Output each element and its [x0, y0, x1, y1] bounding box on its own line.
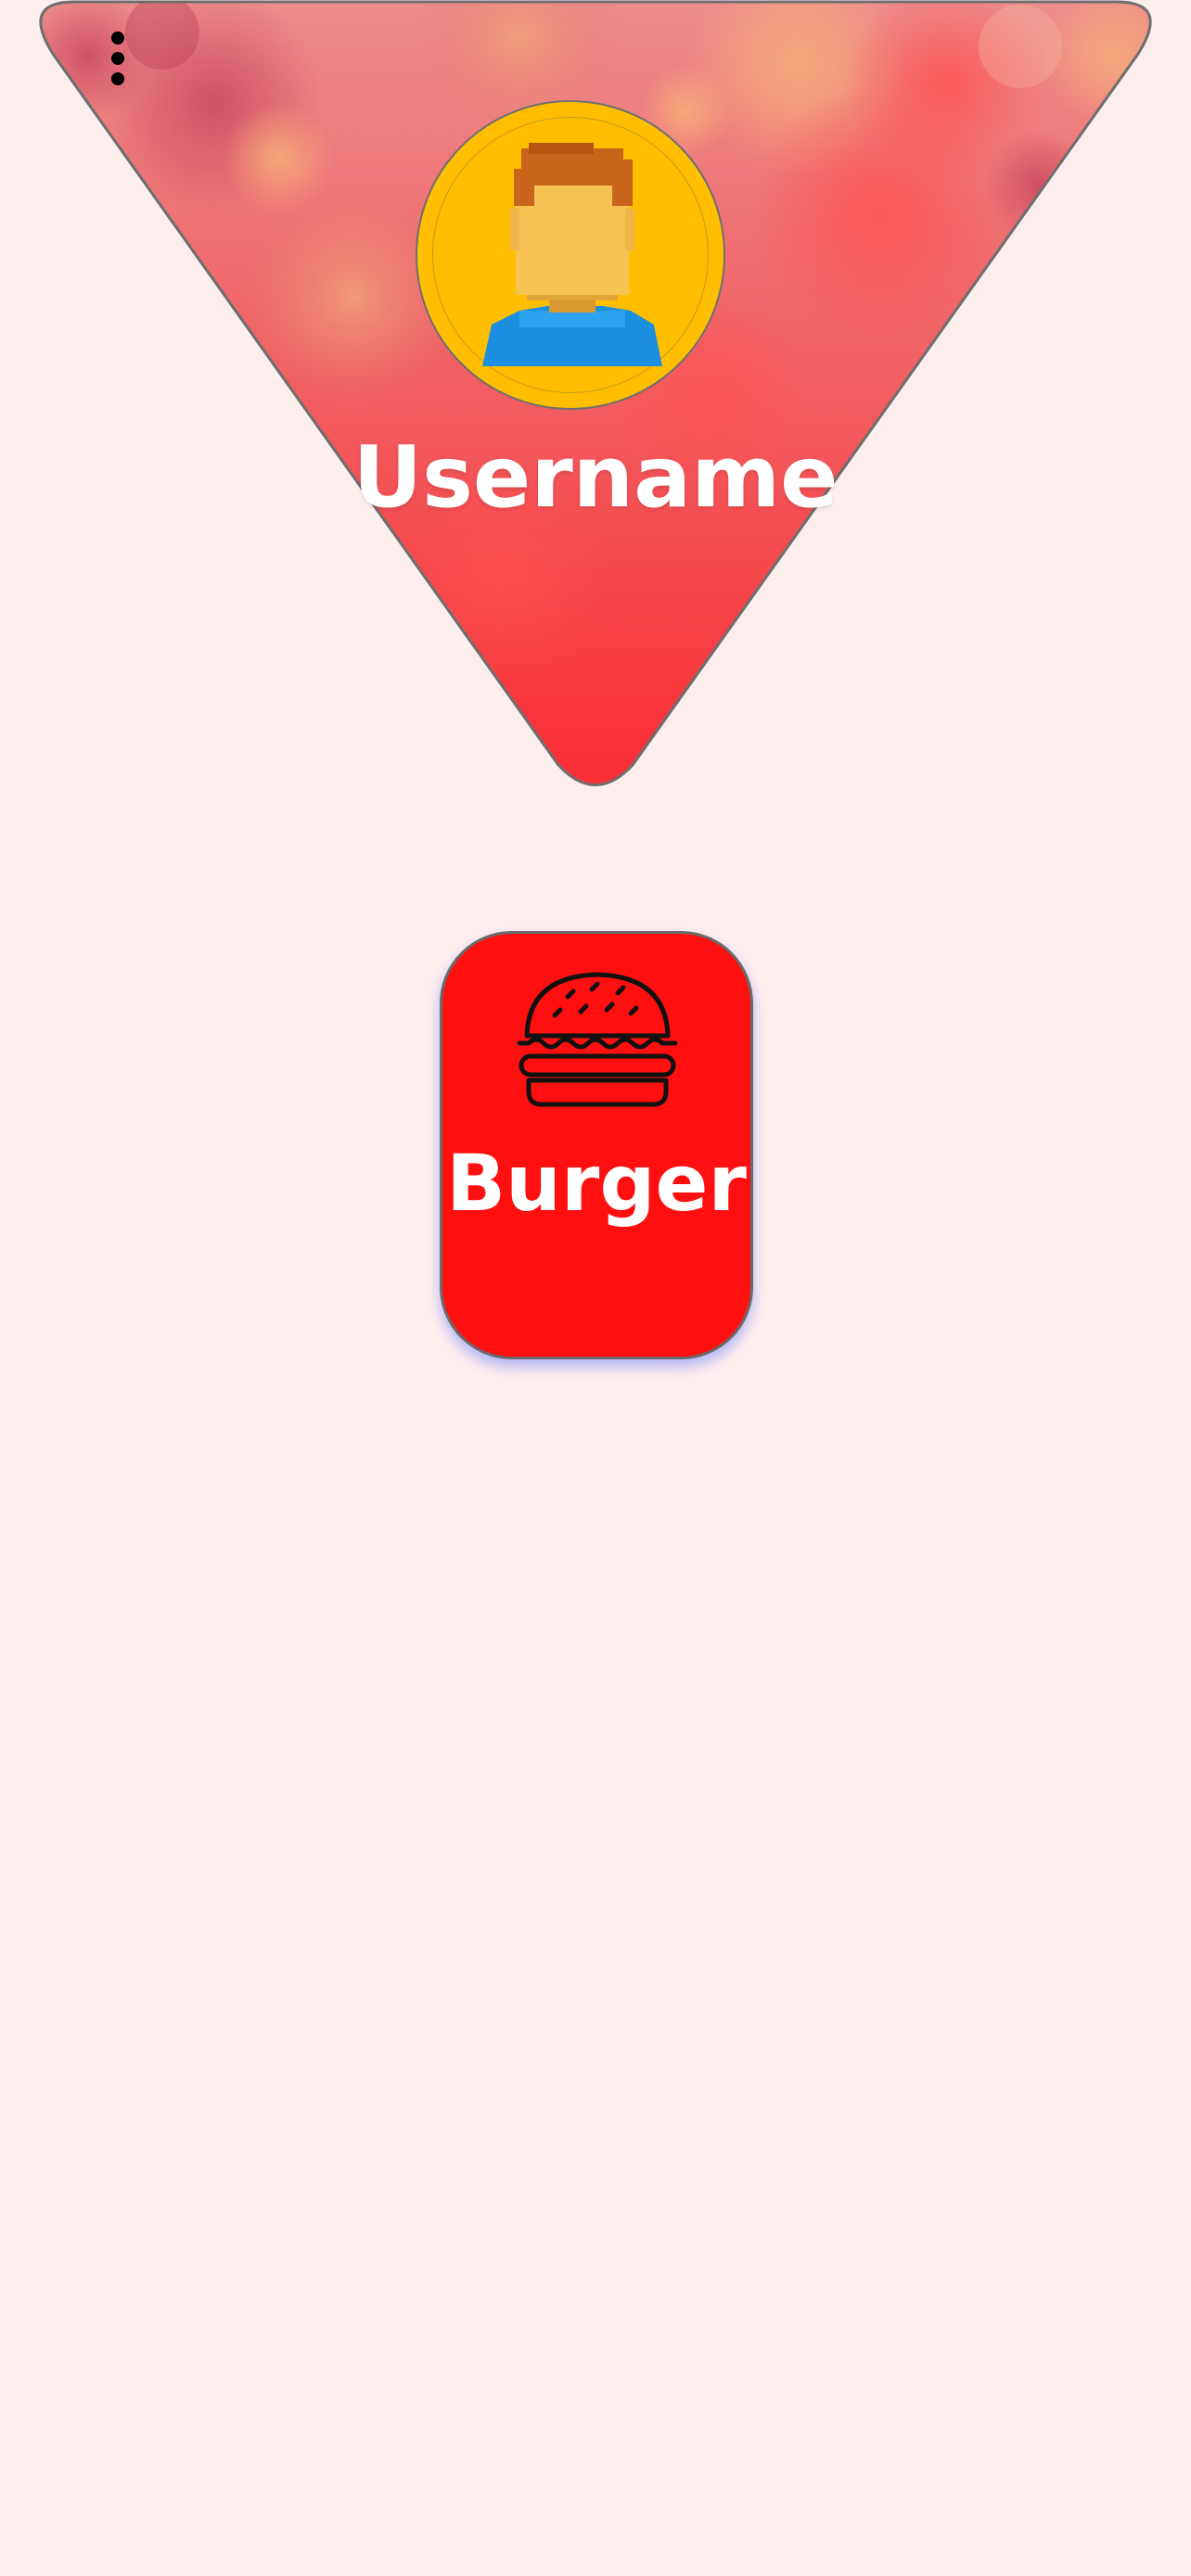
- more-vertical-icon: [111, 32, 124, 45]
- category-label: Burger: [446, 1138, 747, 1229]
- avatar[interactable]: [416, 100, 725, 410]
- burger-icon: [517, 972, 678, 1107]
- category-card-burger[interactable]: Burger: [440, 931, 753, 1359]
- username-label: Username: [352, 427, 839, 527]
- more-vertical-icon-dot: [111, 72, 124, 85]
- more-vertical-icon-dot: [111, 52, 124, 65]
- more-options-button[interactable]: [95, 28, 141, 89]
- user-avatar-icon: [482, 143, 662, 366]
